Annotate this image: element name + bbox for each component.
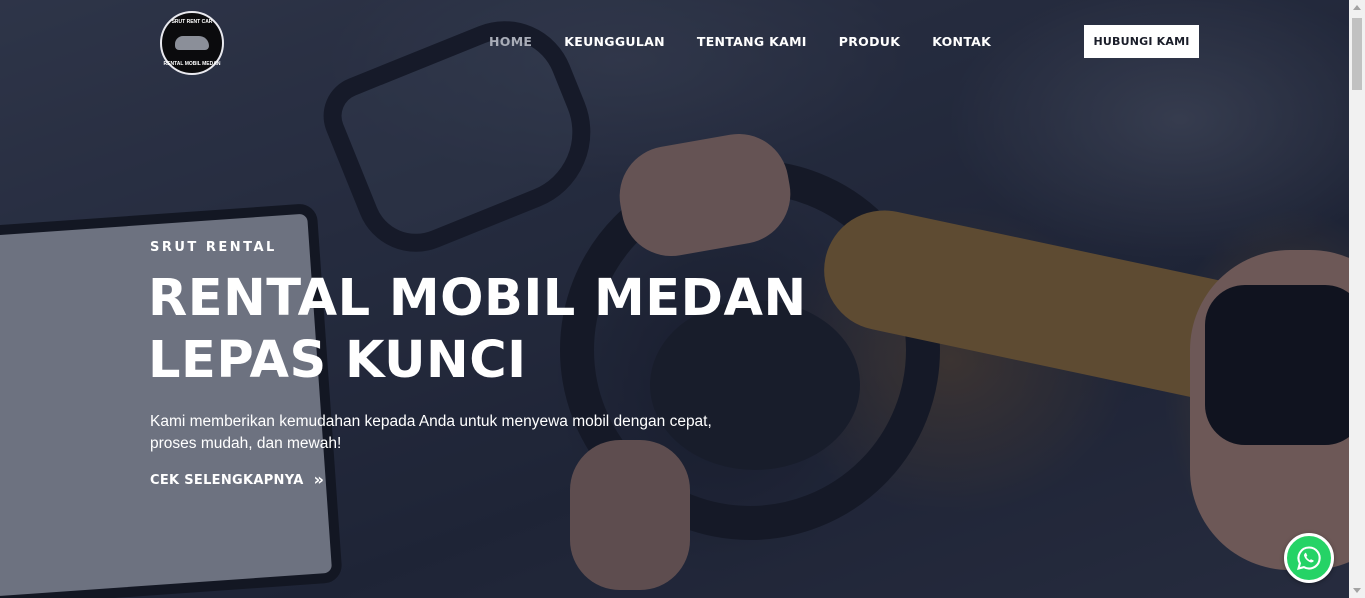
- scroll-down-icon[interactable]: [1353, 588, 1361, 593]
- contact-us-button[interactable]: HUBUNGI KAMI: [1084, 25, 1199, 58]
- scroll-thumb[interactable]: [1352, 18, 1362, 90]
- nav-item-tentang-kami[interactable]: TENTANG KAMI: [697, 34, 807, 49]
- car-logo-icon: [175, 36, 209, 50]
- logo-bottom-text: RENTAL MOBIL MEDAN: [163, 61, 221, 67]
- scroll-up-icon[interactable]: [1353, 5, 1361, 10]
- hero-headline: RENTAL MOBIL MEDAN LEPAS KUNCI: [148, 268, 807, 392]
- page-scrollbar[interactable]: [1349, 0, 1365, 598]
- nav-item-keunggulan[interactable]: KEUNGGULAN: [564, 34, 665, 49]
- hero-headline-line2: LEPAS KUNCI: [148, 331, 527, 390]
- hero-eyebrow: SRUT RENTAL: [150, 240, 277, 255]
- hero-headline-line1: RENTAL MOBIL MEDAN: [148, 269, 807, 328]
- learn-more-label: CEK SELENGKAPNYA: [150, 472, 304, 488]
- double-chevron-right-icon: »: [313, 470, 325, 489]
- main-nav: HOME KEUNGGULAN TENTANG KAMI PRODUK KONT…: [489, 34, 991, 49]
- learn-more-link[interactable]: CEK SELENGKAPNYA »: [150, 472, 324, 488]
- nav-item-kontak[interactable]: KONTAK: [932, 34, 991, 49]
- whatsapp-icon: [1297, 546, 1321, 570]
- nav-item-produk[interactable]: PRODUK: [839, 34, 900, 49]
- brand-logo[interactable]: SRUT RENT CAR RENTAL MOBIL MEDAN: [160, 11, 224, 75]
- hero-description: Kami memberikan kemudahan kepada Anda un…: [150, 413, 712, 452]
- whatsapp-button[interactable]: [1284, 533, 1334, 583]
- logo-top-text: SRUT RENT CAR: [171, 19, 213, 25]
- nav-item-home[interactable]: HOME: [489, 34, 532, 49]
